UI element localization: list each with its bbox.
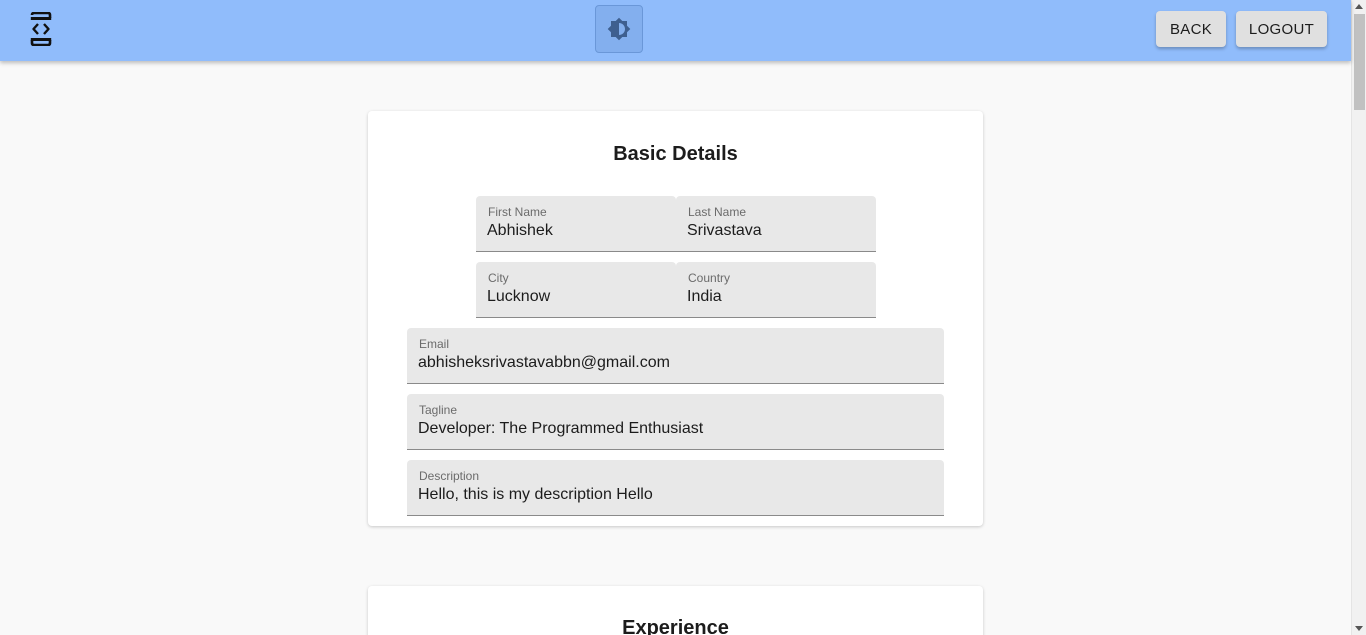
tagline-input[interactable] [418,420,933,438]
first-name-field[interactable]: First Name [476,196,676,252]
experience-card: Experience [368,586,983,635]
page-scrollbar[interactable] [1351,0,1366,635]
description-input[interactable] [418,486,933,504]
email-label: Email [419,337,450,351]
scrollbar-thumb[interactable] [1354,14,1365,110]
country-label: Country [688,271,731,285]
last-name-input[interactable] [687,222,865,240]
tagline-label: Tagline [419,403,458,417]
first-name-label: First Name [488,205,547,219]
back-button[interactable]: BACK [1156,11,1226,47]
brightness-icon [607,17,631,41]
city-input[interactable] [487,288,665,306]
last-name-label: Last Name [688,205,747,219]
email-input[interactable] [418,354,933,372]
country-field[interactable]: Country [676,262,876,318]
country-input[interactable] [687,288,865,306]
basic-details-card: Basic Details First Name Last Name City … [368,111,983,526]
code-brackets-logo-icon[interactable] [29,12,53,46]
theme-toggle-button[interactable] [595,5,643,53]
city-field[interactable]: City [476,262,676,318]
tagline-field[interactable]: Tagline [407,394,944,450]
email-field[interactable]: Email [407,328,944,384]
description-label: Description [419,469,480,483]
logout-button[interactable]: LOGOUT [1236,11,1327,47]
last-name-field[interactable]: Last Name [676,196,876,252]
experience-title: Experience [622,617,729,635]
scroll-up-arrow-icon[interactable] [1355,4,1363,9]
first-name-input[interactable] [487,222,665,240]
description-field[interactable]: Description [407,460,944,516]
city-label: City [488,271,509,285]
app-bar: BACK LOGOUT [0,0,1351,61]
scroll-down-arrow-icon[interactable] [1355,626,1363,631]
basic-details-title: Basic Details [613,143,738,165]
